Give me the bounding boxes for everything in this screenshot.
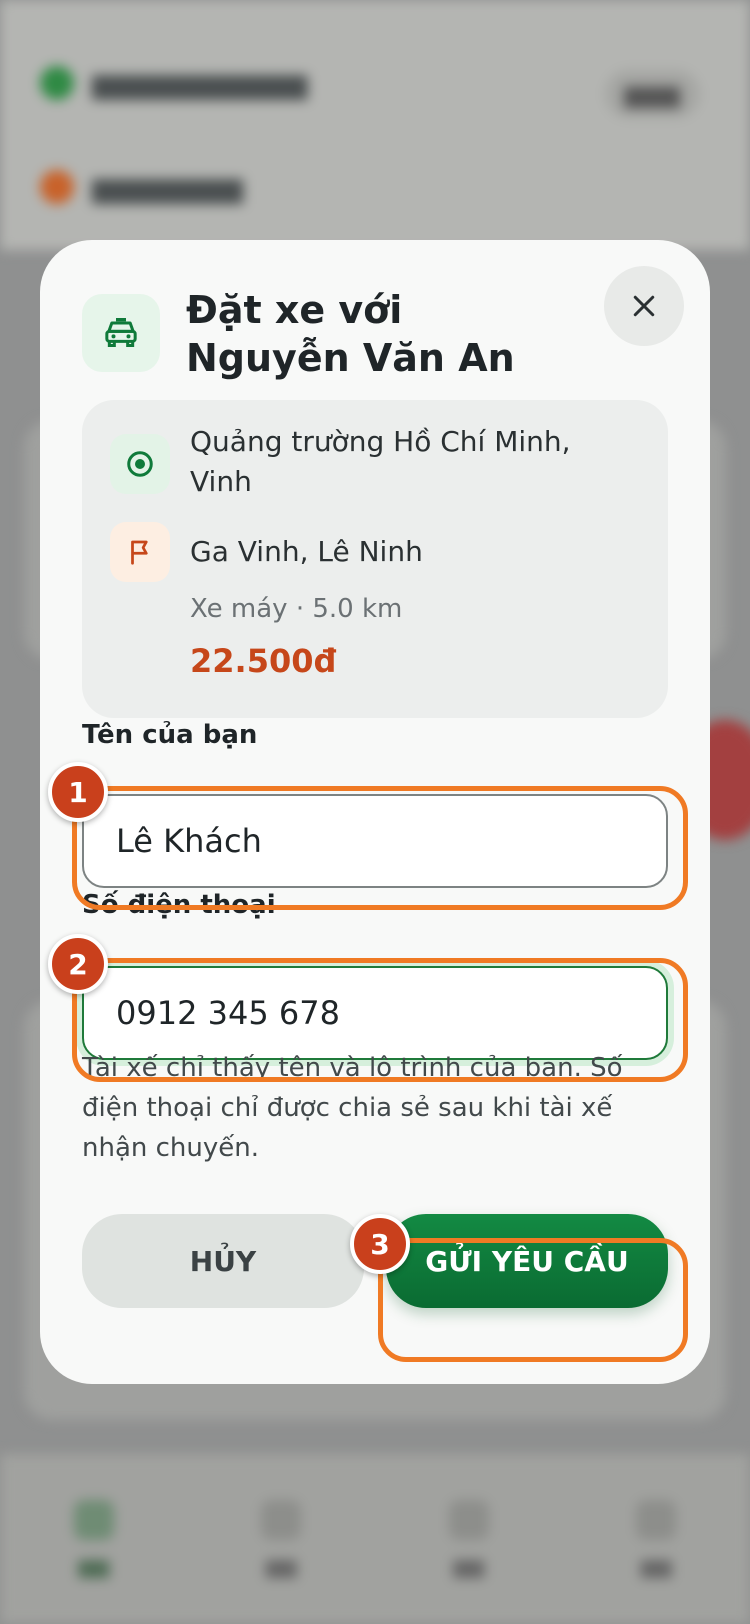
background-nav-icon	[73, 1500, 114, 1540]
background-text: ▆▆▆▆▆▆▆	[92, 170, 243, 204]
name-label: Tên của bạn	[82, 720, 258, 750]
background-header: ▆▆▆▆▆▆▆▆▆▆ ▆▆▆ ▆▆▆▆▆▆▆	[0, 0, 750, 250]
phone-label: Số điện thoại	[82, 890, 276, 920]
background-nav-icon	[448, 1500, 489, 1540]
destination-flag-icon	[110, 522, 170, 582]
dialog-title: Đặt xe với Nguyễn Văn An	[186, 288, 515, 380]
background-nav-icon	[636, 1500, 677, 1540]
background-nav-item: ▆▆	[636, 1500, 677, 1578]
background-dot	[40, 170, 74, 204]
phone-input[interactable]	[114, 993, 666, 1033]
booking-dialog: Đặt xe với Nguyễn Văn An Quảng trường Hồ…	[40, 240, 710, 1384]
background-nav: ▆▆ ▆▆ ▆▆ ▆▆	[0, 1454, 750, 1624]
close-icon	[633, 295, 655, 317]
background-row: ▆▆▆▆▆▆▆▆▆▆	[40, 62, 307, 104]
background-nav-item: ▆▆	[448, 1500, 489, 1578]
origin-target-glyph	[127, 451, 153, 477]
step-1-badge: 1	[48, 762, 108, 822]
origin-address: Quảng trường Hồ Chí Minh, Vinh	[190, 425, 571, 498]
step-2-badge: 2	[48, 934, 108, 994]
background-nav-icon	[261, 1500, 302, 1540]
route-summary-card: Quảng trường Hồ Chí Minh, Vinh Ga Vinh, …	[82, 400, 668, 718]
background-nav-item: ▆▆	[73, 1500, 114, 1578]
background-nav-item: ▆▆	[261, 1500, 302, 1578]
background-pill: ▆▆▆	[604, 70, 700, 118]
submit-request-button[interactable]: GỬI YÊU CẦU	[386, 1214, 668, 1308]
taxi-icon-glyph	[105, 318, 137, 347]
trip-meta: Xe máy · 5.0 km	[190, 594, 403, 624]
taxi-icon	[82, 294, 160, 372]
step-3-badge: 3	[350, 1214, 410, 1274]
background-row: ▆▆▆▆▆▆▆	[40, 166, 243, 208]
destination-flag-glyph	[131, 540, 148, 565]
name-field[interactable]	[82, 794, 668, 888]
trip-price: 22.500đ	[190, 642, 337, 680]
phone-field[interactable]	[82, 966, 668, 1060]
background-dot	[40, 66, 74, 100]
cancel-button[interactable]: HỦY	[82, 1214, 364, 1308]
background-text: ▆▆▆▆▆▆▆▆▆▆	[92, 66, 308, 100]
destination-address: Ga Vinh, Lê Ninh	[190, 535, 423, 568]
origin-target-icon	[110, 434, 170, 494]
close-button[interactable]	[604, 266, 684, 346]
name-input[interactable]	[114, 821, 666, 861]
privacy-hint: Tài xế chỉ thấy tên và lộ trình của bạn.…	[82, 1053, 623, 1163]
